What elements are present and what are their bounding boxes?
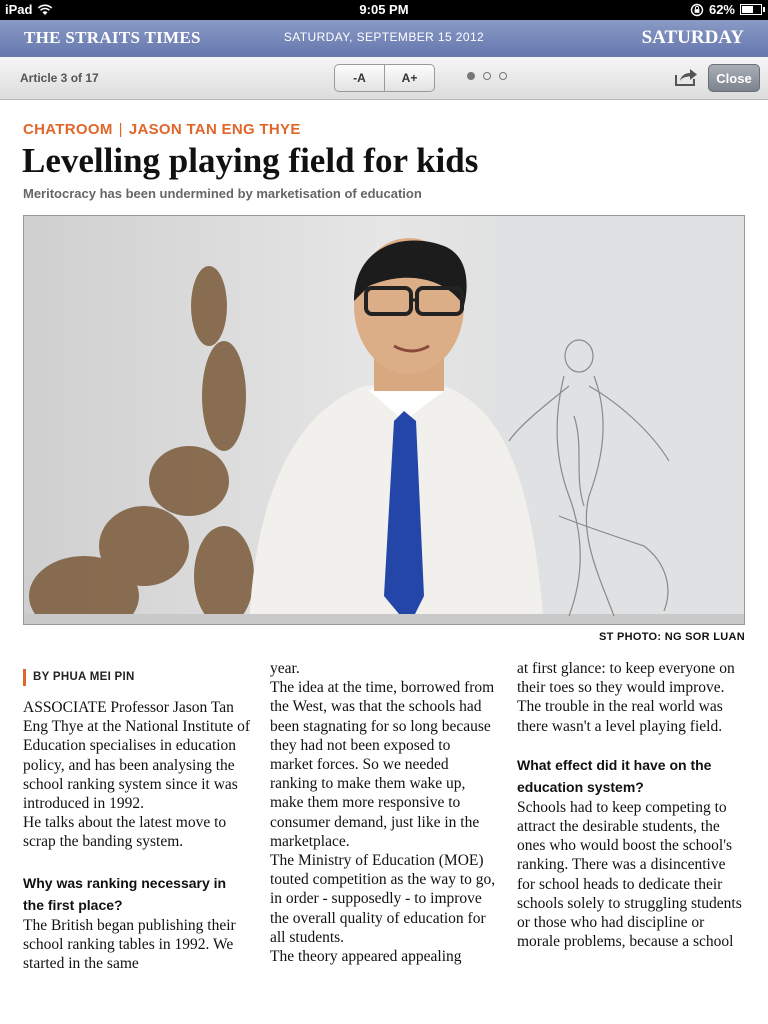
font-decrease-button[interactable]: -A (335, 65, 384, 91)
byline: BY PHUA MEI PIN (23, 669, 250, 686)
battery-percent: 62% (708, 2, 735, 17)
article-column-2: year. The idea at the time, borrowed fro… (270, 659, 497, 966)
article-subhead: Meritocracy has been undermined by marke… (23, 186, 422, 201)
masthead: THE STRAITS TIMES SATURDAY, SEPTEMBER 15… (0, 20, 768, 57)
font-increase-button[interactable]: A+ (384, 65, 434, 91)
page-dot[interactable] (467, 72, 475, 80)
status-bar: iPad 9:05 PM 62% (0, 0, 768, 20)
paragraph: year. (270, 660, 300, 677)
photo-credit: ST PHOTO: NG SOR LUAN (598, 631, 745, 643)
page-dot[interactable] (483, 72, 491, 80)
article-kicker: CHATROOM | JASON TAN ENG THYE (23, 121, 301, 138)
page-dot[interactable] (499, 72, 507, 80)
article-headline: Levelling playing field for kids (22, 141, 479, 180)
clock: 9:05 PM (359, 2, 409, 17)
paragraph: at first glance: to keep everyone on the… (517, 660, 735, 735)
page-indicator[interactable] (467, 72, 507, 80)
battery-icon (740, 4, 765, 15)
paragraph: The idea at the time, borrowed from the … (270, 679, 495, 850)
close-button[interactable]: Close (708, 64, 760, 92)
reader-toolbar: Article 3 of 17 -A A+ Close (0, 57, 768, 100)
paragraph: Schools had to keep competing to attract… (517, 798, 742, 951)
article-column-3: at first glance: to keep everyone on the… (517, 659, 744, 951)
paragraph: The British began publishing their schoo… (23, 916, 236, 973)
article-counter: Article 3 of 17 (20, 71, 99, 85)
article-column-1: BY PHUA MEI PIN ASSOCIATE Professor Jaso… (23, 669, 250, 973)
kicker-divider: | (118, 121, 123, 138)
font-size-control: -A A+ (334, 64, 435, 92)
interview-question: What effect did it have on the education… (517, 756, 712, 795)
paragraph: ASSOCIATE Professor Jason Tan Eng Thye a… (23, 699, 250, 813)
interview-question: Why was ranking necessary in the first p… (23, 874, 227, 913)
paragraph: He talks about the latest move to scrap … (23, 814, 227, 851)
article-photo[interactable] (23, 215, 745, 625)
columnist-name: JASON TAN ENG THYE (128, 121, 301, 138)
paragraph: The Ministry of Education (MOE) touted c… (270, 852, 496, 946)
section-label: CHATROOM (23, 121, 113, 138)
paragraph: The theory appeared appealing (270, 948, 462, 966)
rotation-lock-icon (690, 3, 704, 16)
share-icon[interactable] (674, 67, 698, 87)
edition-day: SATURDAY (641, 27, 744, 48)
